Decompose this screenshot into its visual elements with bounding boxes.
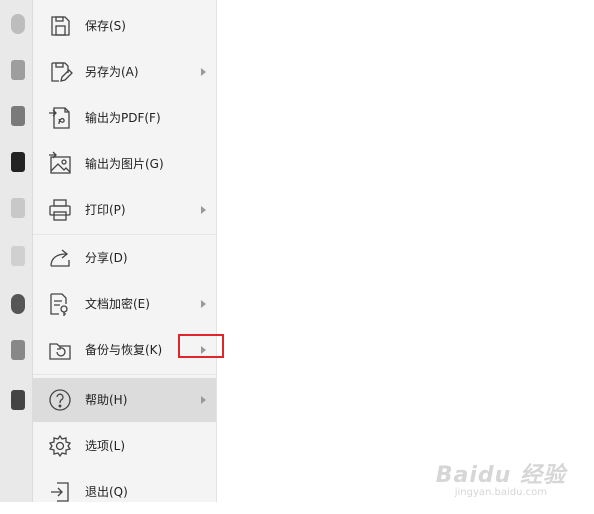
menu-item-exit[interactable]: 退出(Q) [33,470,216,514]
app-icon [11,198,25,218]
menu-item-share[interactable]: 分享(D) [33,236,216,280]
menu-item-label: 保存(S) [85,19,126,33]
menu-item-save[interactable]: 保存(S) [33,4,216,48]
encrypt-document-icon [50,293,68,316]
baidu-jingyan-watermark: Baidu 经验 jingyan.baidu.com [436,457,566,498]
menu-item-help[interactable]: 帮助(H) [33,378,216,422]
menu-item-export-image[interactable]: 输出为图片(G) [33,142,216,186]
menu-item-export-pdf[interactable]: 输出为PDF(F) [33,96,216,140]
file-menu-panel: 保存(S) 另存为(A) 输出为PDF(F) 输出为图片(G) 打印(P) 分享… [33,0,217,502]
menu-item-save-as[interactable]: 另存为(A) [33,50,216,94]
menu-item-label: 输出为PDF(F) [85,111,161,125]
watermark-main-text: Baidu 经验 [435,463,566,488]
app-icon [11,60,25,80]
printer-icon [49,199,71,221]
menu-divider [33,234,216,235]
menu-item-label: 另存为(A) [85,65,139,79]
menu-item-label: 备份与恢复(K) [85,343,163,357]
watermark-sub-text: jingyan.baidu.com [454,487,548,498]
menu-item-label: 分享(D) [85,251,128,265]
save-as-icon [51,62,73,82]
menu-item-label: 文档加密(E) [85,297,150,311]
save-icon [51,16,70,36]
background-app-icon-strip [0,0,33,502]
app-icon [11,14,25,34]
submenu-arrow-icon [201,68,206,76]
menu-item-label: 帮助(H) [85,393,128,407]
app-icon [11,390,25,410]
help-icon [49,389,71,411]
app-icon [11,106,25,126]
app-icon [11,246,25,266]
menu-item-print[interactable]: 打印(P) [33,188,216,232]
gear-icon [48,434,72,458]
menu-item-label: 退出(Q) [85,485,128,499]
annotation-highlight-box [178,334,224,358]
submenu-arrow-icon [201,300,206,308]
share-icon [50,249,70,267]
menu-divider [33,374,216,375]
app-icon [11,294,25,314]
submenu-arrow-icon [201,396,206,404]
submenu-arrow-icon [201,206,206,214]
menu-item-options[interactable]: 选项(L) [33,424,216,468]
app-icon [11,340,25,360]
export-pdf-icon [49,107,70,129]
export-image-icon [49,151,71,174]
menu-item-encrypt-document[interactable]: 文档加密(E) [33,282,216,326]
backup-restore-icon [49,343,71,360]
menu-item-label: 打印(P) [85,203,126,217]
exit-icon [51,482,69,502]
menu-item-label: 选项(L) [85,439,126,453]
menu-item-label: 输出为图片(G) [85,157,164,171]
app-icon [11,152,25,172]
